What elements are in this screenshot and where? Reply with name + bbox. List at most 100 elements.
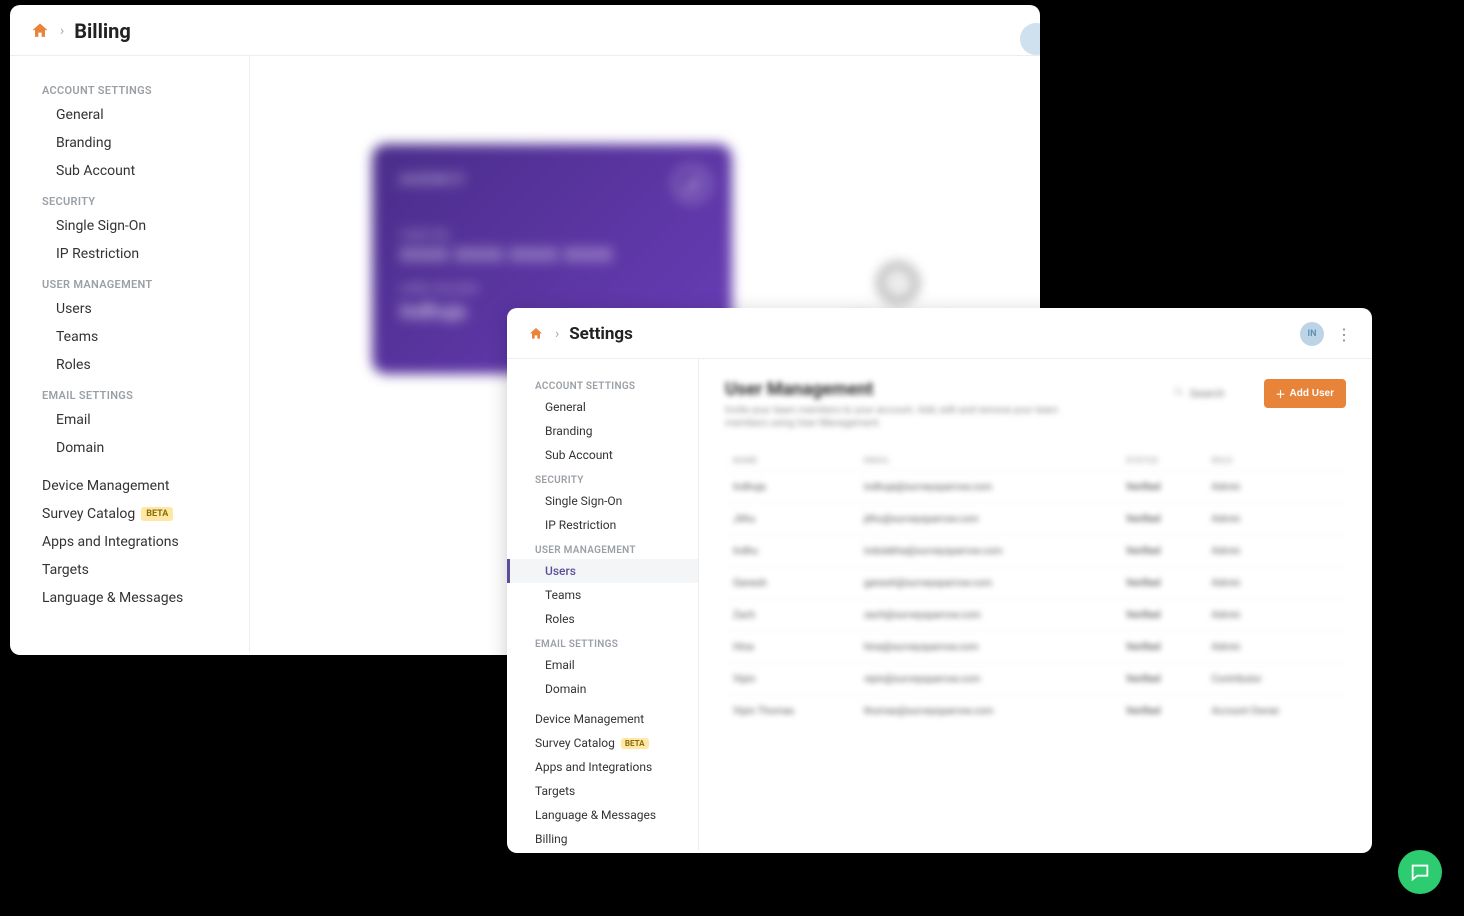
sidebar-item-device-management[interactable]: Device Management <box>10 472 249 500</box>
sidebar-item-single-sign-on[interactable]: Single Sign-On <box>507 489 698 513</box>
sidebar-item-sub-account[interactable]: Sub Account <box>507 443 698 467</box>
table-row[interactable]: Vipin Thomasthomas@surveysparrow.comVeri… <box>725 696 1346 728</box>
sidebar-item-roles[interactable]: Roles <box>507 607 698 631</box>
cell-name: Ganesh <box>725 568 856 600</box>
table-row[interactable]: Indhuindulekha@surveysparrow.comVerified… <box>725 536 1346 568</box>
table-row[interactable]: Vipinvipin@surveysparrow.comVerifiedCont… <box>725 664 1346 696</box>
cell-status: Verified <box>1118 536 1204 568</box>
cell-role: Admin <box>1203 632 1346 664</box>
home-icon[interactable] <box>527 325 545 343</box>
cell-name: Zach <box>725 600 856 632</box>
table-row[interactable]: Hinahina@surveysparrow.comVerifiedAdmin <box>725 632 1346 664</box>
search-input[interactable] <box>1190 388 1250 400</box>
sidebar-section-title: Account Settings <box>10 74 249 101</box>
cell-name: Vipin Thomas <box>725 696 856 728</box>
sidebar-section-title: Email Settings <box>10 379 249 406</box>
cell-email: ganesh@surveysparrow.com <box>856 568 1118 600</box>
avatar[interactable]: IN <box>1300 322 1324 346</box>
sidebar-item-email[interactable]: Email <box>10 406 249 434</box>
cell-email: jithu@surveysparrow.com <box>856 504 1118 536</box>
sidebar-item-survey-catalog[interactable]: Survey CatalogBETA <box>10 500 249 528</box>
beta-badge: BETA <box>621 738 649 749</box>
sidebar-item-apps-and-integrations[interactable]: Apps and Integrations <box>10 528 249 556</box>
chevron-right-icon: › <box>60 23 64 39</box>
cell-status: Verified <box>1118 632 1204 664</box>
cell-role: Admin <box>1203 504 1346 536</box>
table-row[interactable]: Ganeshganesh@surveysparrow.comVerifiedAd… <box>725 568 1346 600</box>
sidebar-section-title: Security <box>10 185 249 212</box>
sidebar-item-teams[interactable]: Teams <box>10 323 249 351</box>
sidebar-item-device-management[interactable]: Device Management <box>507 707 698 731</box>
settings-header: › Settings IN ⋮ <box>507 308 1372 359</box>
cell-name: Indhuja <box>725 472 856 504</box>
table-row[interactable]: Indhujaindhuja@surveysparrow.comVerified… <box>725 472 1346 504</box>
cell-status: Verified <box>1118 504 1204 536</box>
sidebar-item-teams[interactable]: Teams <box>507 583 698 607</box>
cell-email: zach@surveysparrow.com <box>856 600 1118 632</box>
sidebar: Account SettingsGeneralBrandingSub Accou… <box>10 56 250 652</box>
cell-name: Jithu <box>725 504 856 536</box>
cell-role: Contributor <box>1203 664 1346 696</box>
sidebar-section-title: User Management <box>10 268 249 295</box>
section-subheading: Invite your team members to your account… <box>725 404 1065 430</box>
cell-email: thomas@surveysparrow.com <box>856 696 1118 728</box>
table-row[interactable]: Zachzach@surveysparrow.comVerifiedAdmin <box>725 600 1346 632</box>
sidebar-item-survey-catalog[interactable]: Survey CatalogBETA <box>507 731 698 755</box>
cell-name: Indhu <box>725 536 856 568</box>
sidebar-item-targets[interactable]: Targets <box>507 779 698 803</box>
cell-status: Verified <box>1118 600 1204 632</box>
sidebar-item-roles[interactable]: Roles <box>10 351 249 379</box>
bird-icon <box>674 166 710 202</box>
table-row[interactable]: Jithujithu@surveysparrow.comVerifiedAdmi… <box>725 504 1346 536</box>
column-header: Email <box>856 450 1118 472</box>
sidebar-item-apps-and-integrations[interactable]: Apps and Integrations <box>507 755 698 779</box>
add-user-button[interactable]: ＋ Add User <box>1264 379 1346 408</box>
sidebar-item-branding[interactable]: Branding <box>507 419 698 443</box>
cell-role: Admin <box>1203 472 1346 504</box>
chat-button[interactable] <box>1398 850 1442 894</box>
beta-badge: BETA <box>141 507 173 521</box>
sidebar-item-domain[interactable]: Domain <box>507 677 698 701</box>
sidebar-item-ip-restriction[interactable]: IP Restriction <box>507 513 698 537</box>
page-title: Billing <box>74 19 131 43</box>
sidebar-item-targets[interactable]: Targets <box>10 556 249 584</box>
column-header: Name <box>725 450 856 472</box>
sidebar-item-general[interactable]: General <box>507 395 698 419</box>
sidebar-section-title: Email Settings <box>507 631 698 653</box>
sidebar-item-users[interactable]: Users <box>10 295 249 323</box>
sidebar-section-title: Account Settings <box>507 373 698 395</box>
check-circle-icon: ✓ <box>879 264 917 302</box>
sidebar-item-billing[interactable]: Billing <box>507 827 698 850</box>
search-icon <box>1173 386 1185 401</box>
sidebar-item-sub-account[interactable]: Sub Account <box>10 157 249 185</box>
more-icon[interactable]: ⋮ <box>1336 325 1352 344</box>
users-table: NameEmailStatusRole Indhujaindhuja@surve… <box>725 450 1346 727</box>
plus-icon: ＋ <box>1276 386 1286 401</box>
cell-role: Admin <box>1203 600 1346 632</box>
column-header: Role <box>1203 450 1346 472</box>
sidebar-item-domain[interactable]: Domain <box>10 434 249 462</box>
sidebar-item-ip-restriction[interactable]: IP Restriction <box>10 240 249 268</box>
sidebar-item-single-sign-on[interactable]: Single Sign-On <box>10 212 249 240</box>
sidebar-item-email[interactable]: Email <box>507 653 698 677</box>
home-icon[interactable] <box>30 21 50 41</box>
sidebar-section-title: Security <box>507 467 698 489</box>
cell-role: Account Owner <box>1203 696 1346 728</box>
cell-status: Verified <box>1118 696 1204 728</box>
card-no-label: Card No. <box>400 230 704 241</box>
cell-status: Verified <box>1118 664 1204 696</box>
sidebar-item-language-messages[interactable]: Language & Messages <box>507 803 698 827</box>
cell-name: Vipin <box>725 664 856 696</box>
sidebar-item-general[interactable]: General <box>10 101 249 129</box>
sidebar-item-users[interactable]: Users <box>507 559 698 583</box>
cell-status: Verified <box>1118 568 1204 600</box>
add-user-label: Add User <box>1290 388 1334 399</box>
plan-name: AGENCY <box>400 172 704 188</box>
cell-email: hina@surveysparrow.com <box>856 632 1118 664</box>
sidebar-item-language-messages[interactable]: Language & Messages <box>10 584 249 612</box>
card-no: XXXX XXXX XXXX XXXX <box>400 245 704 266</box>
sidebar-item-branding[interactable]: Branding <box>10 129 249 157</box>
user-management-content: User Management Invite your team members… <box>699 359 1372 850</box>
sidebar-section-title: User Management <box>507 537 698 559</box>
cell-name: Hina <box>725 632 856 664</box>
